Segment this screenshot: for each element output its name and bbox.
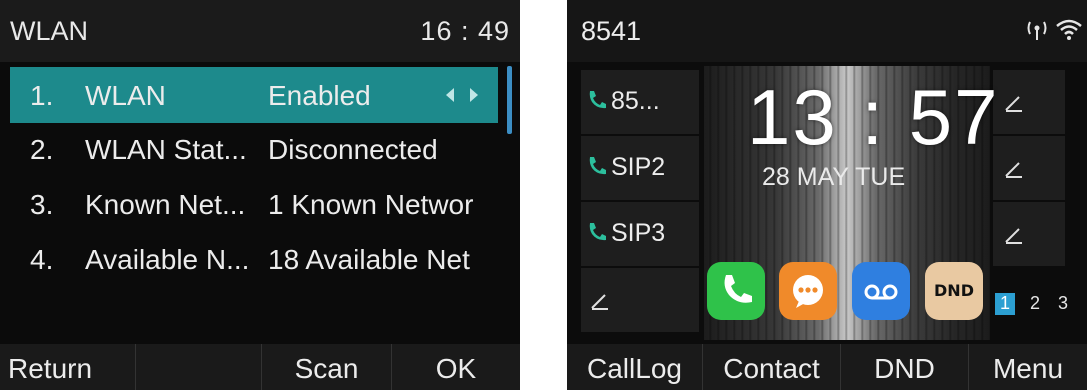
menu-item-available-networks[interactable]: 4. Available N... 18 Available Net — [10, 231, 498, 287]
softkey-label: Contact — [723, 353, 820, 384]
extension-number: 8541 — [581, 16, 642, 46]
right-key-1[interactable] — [993, 70, 1065, 134]
dnd-button[interactable]: DND — [841, 344, 969, 390]
empty-softkey[interactable] — [136, 344, 262, 390]
scrollbar[interactable] — [507, 66, 512, 134]
status-bar: 8541 — [567, 0, 1087, 62]
menu-item-value: 1 Known Networ — [268, 189, 474, 220]
softkey-bar: CallLog Contact DND Menu — [567, 344, 1087, 390]
softkey-label: Scan — [294, 353, 359, 384]
right-key-2[interactable] — [993, 136, 1065, 200]
scan-button[interactable]: Scan — [262, 344, 392, 390]
clock: 16 : 49 — [420, 16, 510, 46]
softkey-label: Return — [8, 353, 93, 384]
softkey-label: DND — [874, 353, 935, 384]
page-title: WLAN — [10, 16, 89, 46]
phone-handset-icon — [589, 157, 606, 175]
softkey-bar: Return Scan OK — [0, 344, 520, 390]
menu-item-number: 3. — [30, 189, 54, 220]
menu-item-label: WLAN — [85, 80, 166, 111]
phone-handset-icon — [589, 223, 606, 241]
pencil-icon — [1005, 96, 1022, 112]
line-key-2[interactable]: SIP2 — [581, 136, 699, 200]
ok-button[interactable]: OK — [392, 344, 520, 390]
calllog-button[interactable]: CallLog — [567, 344, 703, 390]
menu-item-wlan-status[interactable]: 2. WLAN Stat... Disconnected — [10, 121, 498, 177]
page-indicator: 1 2 3 — [993, 288, 1087, 318]
antenna-icon — [1027, 21, 1047, 40]
menu-item-label: WLAN Stat... — [85, 134, 247, 165]
pencil-icon — [1005, 228, 1022, 244]
page-2-button[interactable]: 2 — [1025, 293, 1045, 315]
wlan-screen: WLAN 16 : 49 1. WLAN Enabled 2. WLAN Sta… — [0, 0, 520, 390]
pencil-icon — [591, 294, 608, 310]
page-3-button[interactable]: 3 — [1053, 293, 1073, 315]
phone-handset-icon — [589, 91, 606, 109]
phone-app-icon[interactable] — [707, 262, 765, 320]
menu-item-number: 2. — [30, 134, 54, 165]
line-key-label: 85... — [611, 87, 660, 115]
menu-item-number: 1. — [30, 80, 54, 111]
softkey-label: CallLog — [587, 353, 682, 384]
title-bar: WLAN 16 : 49 — [0, 0, 520, 62]
menu-item-value: Disconnected — [268, 134, 438, 165]
menu-item-known-networks[interactable]: 3. Known Net... 1 Known Networ — [10, 176, 498, 232]
line-key-4[interactable] — [581, 268, 699, 332]
page-1-button[interactable]: 1 — [995, 293, 1015, 315]
menu-item-label: Known Net... — [85, 189, 246, 220]
line-key-1[interactable]: 85... — [581, 70, 699, 134]
wifi-icon — [1056, 19, 1082, 40]
dnd-app-label: DND — [934, 281, 974, 300]
menu-item-value: 18 Available Net — [268, 244, 470, 275]
menu-item-wlan[interactable]: 1. WLAN Enabled — [10, 67, 498, 123]
menu-button[interactable]: Menu — [969, 344, 1087, 390]
menu-item-number: 4. — [30, 244, 54, 275]
right-key-3[interactable] — [993, 202, 1065, 266]
contact-button[interactable]: Contact — [703, 344, 841, 390]
messages-app-icon[interactable] — [779, 262, 837, 320]
home-date: 28 MAY TUE — [762, 163, 906, 191]
softkey-label: Menu — [992, 353, 1064, 384]
menu-item-label: Available N... — [85, 244, 250, 275]
return-button[interactable]: Return — [0, 344, 136, 390]
softkey-label: OK — [435, 353, 477, 384]
line-key-3[interactable]: SIP3 — [581, 202, 699, 266]
line-key-label: SIP3 — [611, 219, 666, 247]
home-screen: 8541 85... SIP2 SIP3 13: 57 28 MAY TUE … — [567, 0, 1087, 390]
left-right-arrows-icon[interactable] — [442, 86, 482, 104]
voicemail-app-icon[interactable] — [852, 262, 910, 320]
home-clock: 13 : 57 — [747, 73, 1000, 161]
dnd-app-icon[interactable]: DND — [925, 262, 983, 320]
line-key-label: SIP2 — [611, 153, 666, 181]
pencil-icon — [1005, 162, 1022, 178]
